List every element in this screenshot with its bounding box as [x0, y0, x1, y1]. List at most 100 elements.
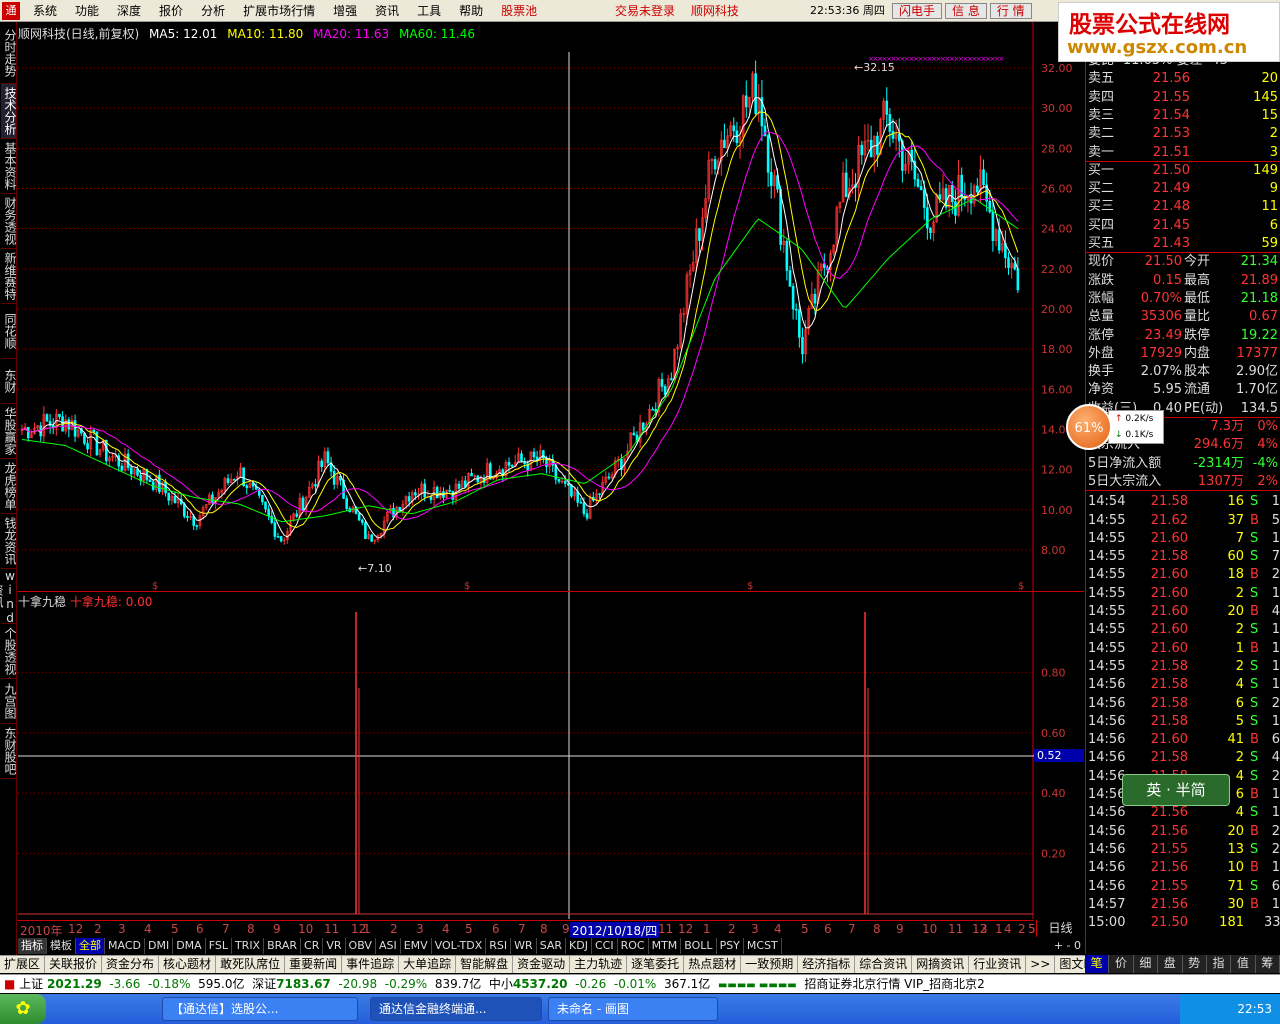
side-tab[interactable]: 指 — [1207, 955, 1232, 973]
indicator-tab[interactable]: CR — [301, 938, 324, 954]
x-tick-label: 12 — [68, 922, 84, 936]
ime-toolbar[interactable]: 英 · 半简 — [1122, 774, 1230, 806]
nav-tab[interactable]: 分时走势 — [1, 22, 17, 84]
nav-tab[interactable]: 技术分析 — [1, 84, 17, 139]
function-tab[interactable]: 网摘资讯 — [912, 956, 970, 973]
top-button[interactable]: 行 情 — [989, 3, 1032, 19]
login-status[interactable]: 交易未登录 — [615, 4, 675, 18]
function-tab[interactable]: 大单追踪 — [399, 956, 457, 973]
function-tab[interactable]: 扩展区 — [0, 956, 46, 973]
menu-item[interactable]: 扩展市场行情 — [234, 0, 324, 22]
indicator-controls[interactable]: + - 0 — [1051, 938, 1084, 953]
function-tab[interactable]: 热点题材 — [684, 956, 742, 973]
menu-item[interactable]: 工具 — [408, 0, 450, 22]
function-tab[interactable]: 主力轨迹 — [570, 956, 628, 973]
taskbar-item[interactable]: 未命名 - 画图 — [548, 997, 718, 1021]
chart-area[interactable]: 32.00 30.00 28.00 26.00 24.00 22.00 20.00 18.00… — [18, 22, 1084, 919]
indicator-tab[interactable]: MCST — [744, 938, 782, 954]
indicator-tab[interactable]: ASI — [376, 938, 401, 954]
side-tab[interactable]: 筹 — [1256, 955, 1280, 973]
function-tab[interactable]: 资金驱动 — [513, 956, 571, 973]
indicator-tab[interactable]: MTM — [649, 938, 682, 954]
tick-direction: S — [1250, 878, 1259, 894]
menu-item[interactable]: 分析 — [192, 0, 234, 22]
indicator-tab[interactable]: WR — [511, 938, 537, 954]
function-tab[interactable]: 行业资讯 — [969, 956, 1027, 973]
menu-item[interactable]: 报价 — [150, 0, 192, 22]
top-button[interactable]: 信 息 — [945, 3, 987, 19]
nav-tab[interactable]: 东财股吧 — [1, 724, 17, 779]
nav-tab[interactable]: 同花顺10 — [0, 304, 17, 359]
menu-item[interactable]: 系统 — [24, 0, 66, 22]
side-tab[interactable]: 势 — [1183, 955, 1207, 973]
side-tab[interactable]: 笔 — [1085, 955, 1110, 973]
side-tab[interactable]: 价 — [1109, 955, 1134, 973]
menu-item[interactable]: 帮助 — [450, 0, 492, 22]
nav-tab[interactable]: 钱龙资讯 — [1, 514, 17, 569]
candle-body — [211, 494, 214, 504]
nav-tab[interactable]: 基本资料 — [1, 139, 17, 194]
nav-tab[interactable]: wind资讯 — [0, 569, 17, 625]
function-tab[interactable]: 核心题材 — [159, 956, 217, 973]
period-selector[interactable]: 日线 — [1036, 920, 1084, 937]
taskbar-item-active[interactable]: 通达信金融终端通... — [370, 997, 542, 1021]
indicator-tab[interactable]: BRAR — [264, 938, 302, 954]
indicator-tab[interactable]: BOLL — [681, 938, 717, 954]
side-tab[interactable]: 细 — [1134, 955, 1159, 973]
function-tab[interactable]: 智能解盘 — [456, 956, 514, 973]
taskbar-item[interactable]: 【通达信】选股公... — [162, 997, 358, 1021]
indicator-tab[interactable]: SAR — [537, 938, 567, 954]
function-tab[interactable]: 关联报价 — [45, 956, 103, 973]
indicator-tab[interactable]: RSI — [486, 938, 512, 954]
indicator-tab[interactable]: FSL — [206, 938, 232, 954]
taskbar: ✿ 【通达信】选股公... 通达信金融终端通... 未命名 - 画图 22:53 — [0, 994, 1280, 1024]
indicator-tab[interactable]: CCI — [592, 938, 618, 954]
function-tab[interactable]: 逐笔委托 — [627, 956, 685, 973]
indicator-tab[interactable]: MACD — [105, 938, 145, 954]
tick-direction: S — [1250, 713, 1259, 729]
broker-info[interactable]: 招商证券北京行情 VIP_招商北京2 — [804, 977, 984, 991]
side-tab[interactable]: 盘 — [1158, 955, 1183, 973]
kline-chart[interactable]: 32.00 30.00 28.00 26.00 24.00 22.00 20.00 18.00… — [18, 22, 1084, 919]
function-tab[interactable]: 敢死队席位 — [216, 956, 286, 973]
indicator-tab[interactable]: TRIX — [232, 938, 265, 954]
indicator-tab[interactable]: 模板 — [47, 938, 76, 954]
nav-tab[interactable]: 东财10 — [0, 359, 17, 404]
indicator-tab[interactable]: 全部 — [76, 938, 105, 954]
function-tab[interactable]: 一致预期 — [741, 956, 799, 973]
nav-tab[interactable]: 财务透视 — [1, 194, 17, 249]
function-tab[interactable]: 综合资讯 — [855, 956, 913, 973]
menu-item[interactable]: 深度 — [108, 0, 150, 22]
function-tab[interactable]: 事件追踪 — [342, 956, 400, 973]
function-tab[interactable]: 经济指标 — [798, 956, 856, 973]
indicator-tab[interactable]: VR — [323, 938, 346, 954]
function-tab[interactable]: 资金分布 — [102, 956, 160, 973]
indicator-tab[interactable]: VOL-TDX — [432, 938, 487, 954]
menu-item[interactable]: 功能 — [66, 0, 108, 22]
network-usage-badge[interactable]: 61% — [1066, 404, 1112, 450]
nav-tab[interactable]: 华股赢家 — [1, 404, 17, 459]
indicator-tab[interactable]: DMA — [173, 938, 206, 954]
nav-tab[interactable]: 九宫图 — [1, 679, 17, 724]
function-tab[interactable]: 重要新闻 — [285, 956, 343, 973]
x-tick-label: 12 — [678, 922, 694, 936]
indicator-tab[interactable]: ROC — [618, 938, 649, 954]
panel-row: 卖二 21.53 2 — [1086, 125, 1280, 143]
indicator-tab[interactable]: OBV — [346, 938, 376, 954]
indicator-tab[interactable]: EMV — [401, 938, 432, 954]
indicator-tab[interactable]: PSY — [717, 938, 744, 954]
side-tab[interactable]: 值 — [1231, 955, 1256, 973]
nav-tab[interactable]: 新维赛特 — [1, 249, 17, 304]
menu-item[interactable]: 资讯 — [366, 0, 408, 22]
indicator-tab[interactable]: KDJ — [566, 938, 592, 954]
top-button[interactable]: 闪电手 — [892, 3, 943, 19]
indicator-tab[interactable]: DMI — [145, 938, 174, 954]
nav-tab[interactable]: 个股透视 — [1, 624, 17, 679]
fund-pct: -4% — [1252, 455, 1278, 471]
menu-item[interactable]: 增强 — [324, 0, 366, 22]
nav-tab[interactable]: 龙虎榜单 — [1, 459, 17, 514]
function-tab[interactable]: >> — [1026, 956, 1056, 973]
start-button[interactable]: ✿ — [0, 994, 46, 1024]
indicator-tab[interactable]: 指标 — [18, 938, 47, 954]
menu-item-stock-pool[interactable]: 股票池 — [492, 0, 546, 22]
